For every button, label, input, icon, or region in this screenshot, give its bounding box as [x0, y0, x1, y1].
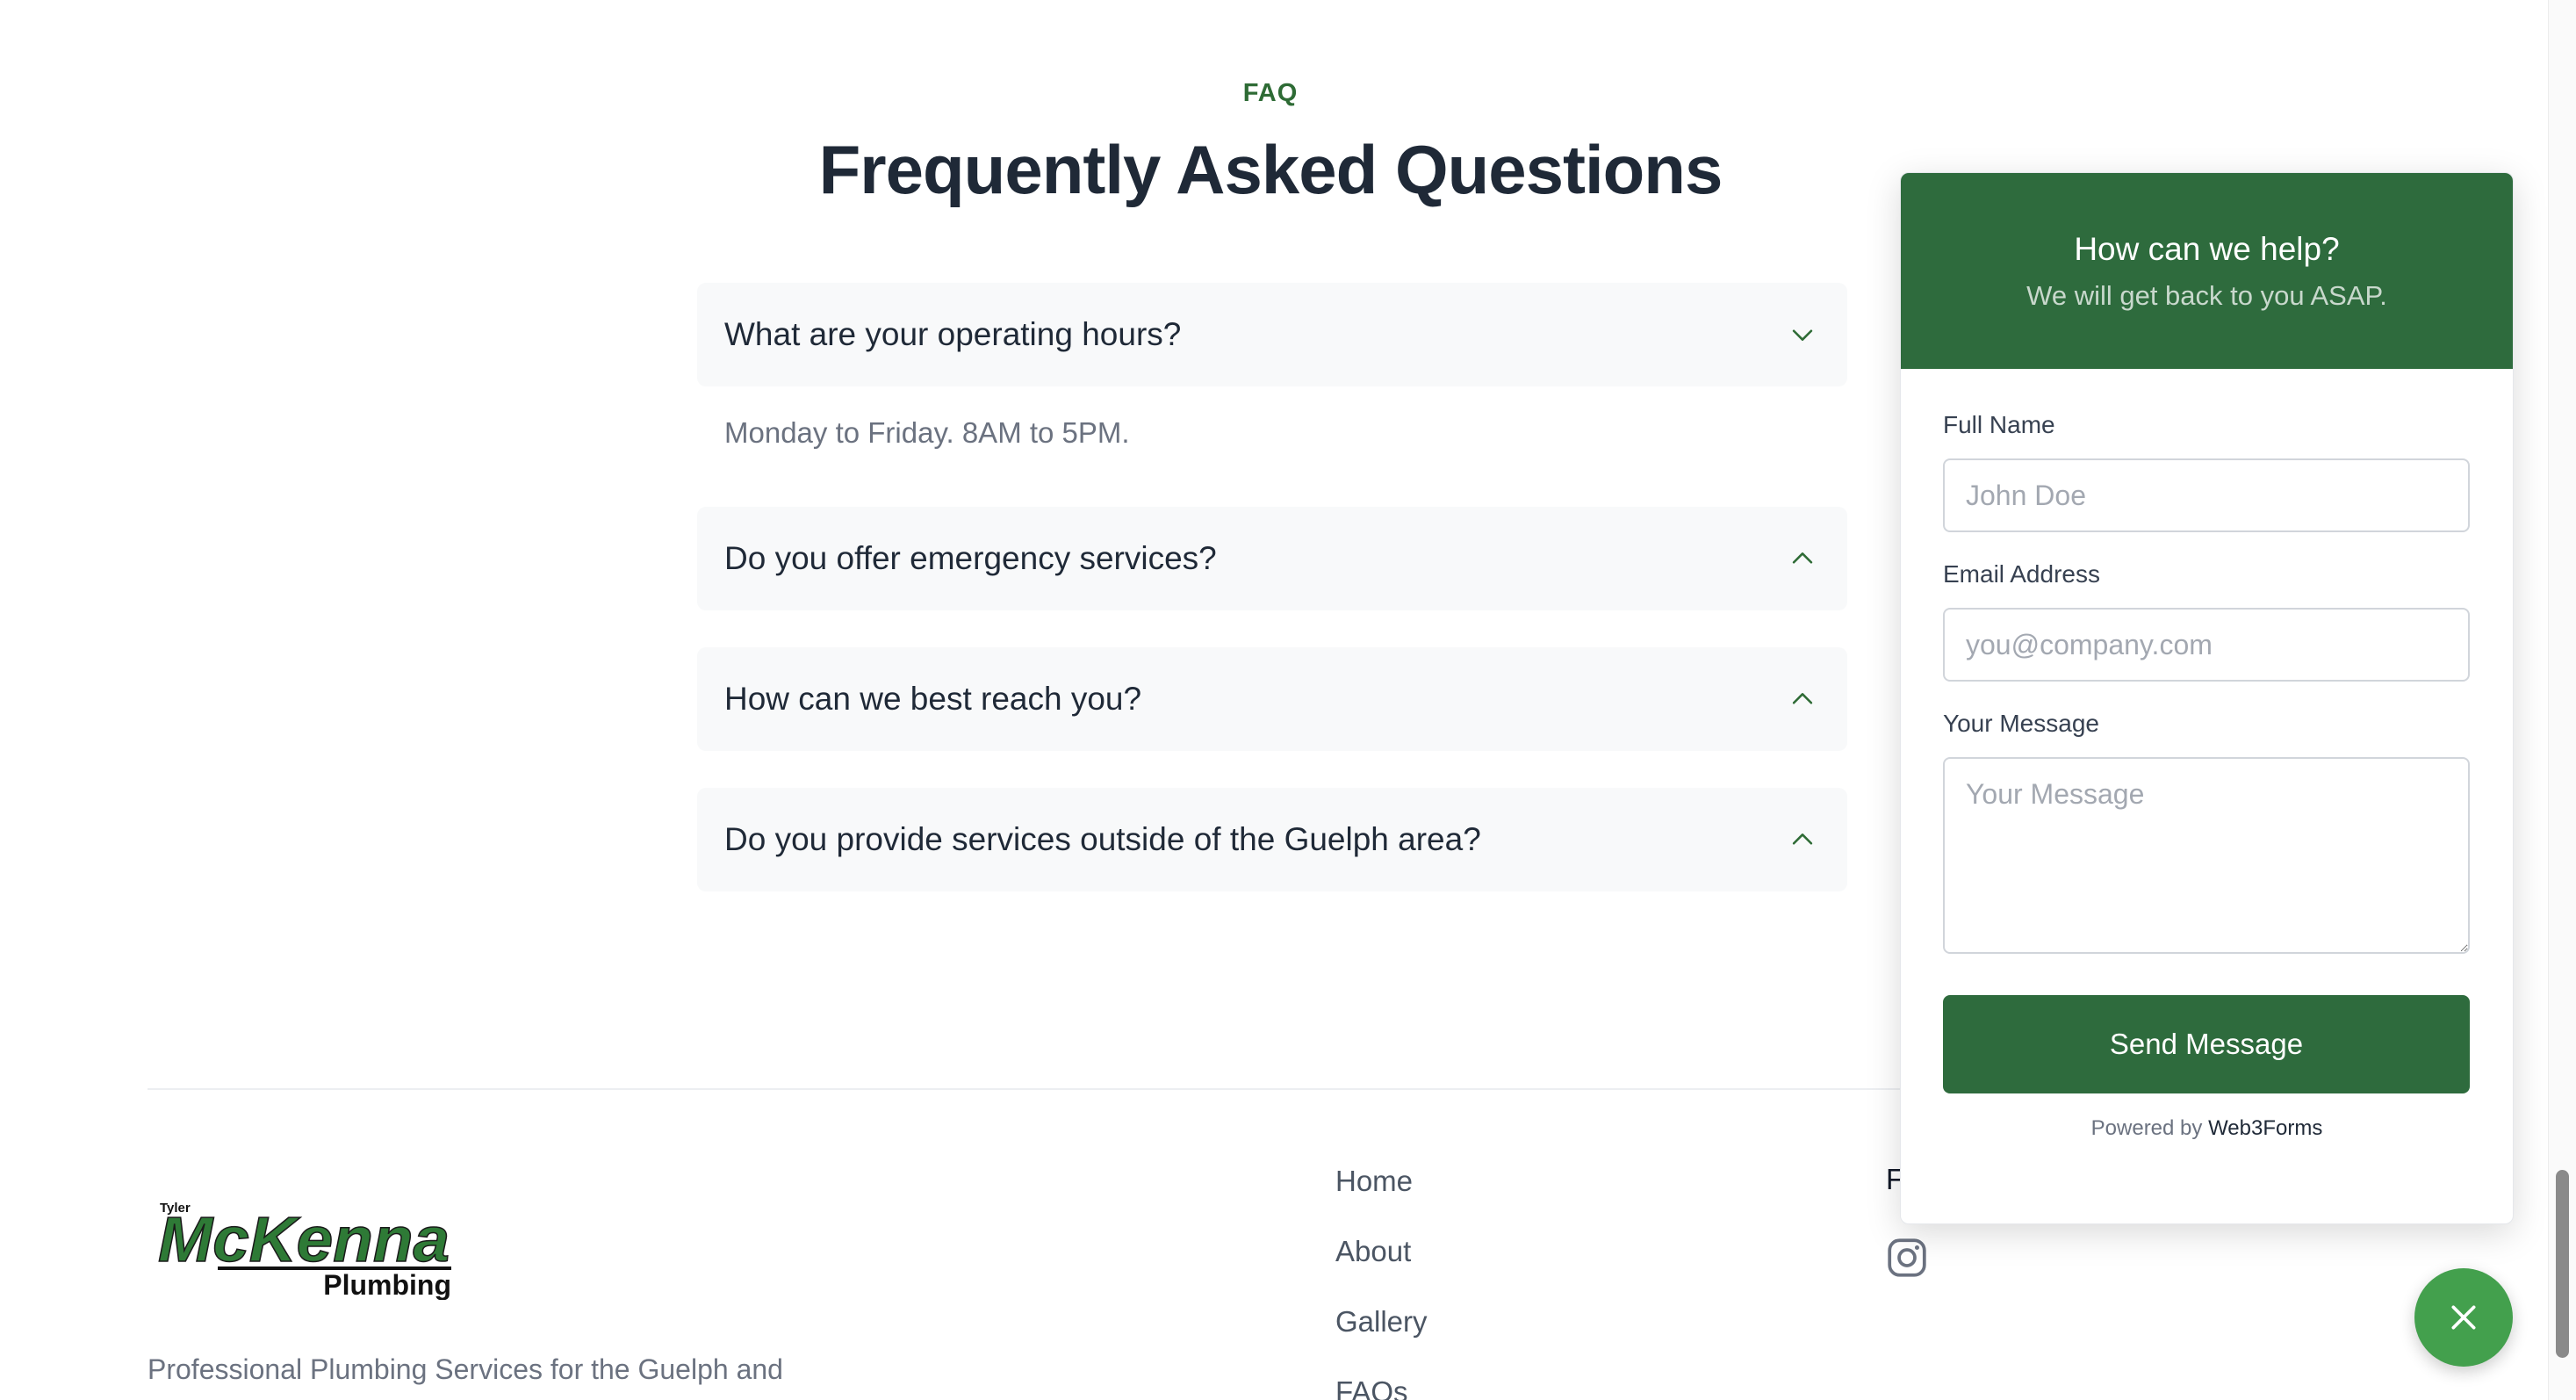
footer-description: Professional Plumbing Services for the G… — [148, 1353, 783, 1385]
close-widget-button[interactable] — [2414, 1268, 2513, 1367]
faq-question: Do you offer emergency services? — [724, 540, 1217, 576]
chevron-up-icon — [1792, 552, 1813, 564]
contact-widget-header: How can we help? We will get back to you… — [1901, 173, 2513, 369]
web3forms-link[interactable]: Web3Forms — [2208, 1116, 2322, 1140]
instagram-icon[interactable] — [1885, 1236, 1929, 1280]
full-name-label: Full Name — [1943, 411, 2055, 438]
faq-question: What are your operating hours? — [724, 316, 1182, 352]
faq-item-service-area[interactable]: Do you provide services outside of the G… — [697, 788, 1847, 891]
powered-by-prefix: Powered by — [2090, 1116, 2203, 1140]
send-message-button[interactable]: Send Message — [1943, 995, 2470, 1093]
faq-question: Do you provide services outside of the G… — [724, 821, 1481, 857]
email-label: Email Address — [1943, 560, 2100, 588]
footer-link-gallery[interactable]: Gallery — [1335, 1305, 1428, 1339]
page: FAQ Frequently Asked Questions What are … — [0, 0, 2576, 1400]
company-logo[interactable]: Tyler McKenna Plumbing — [156, 1196, 455, 1300]
message-label: Your Message — [1943, 710, 2099, 737]
footer-divider — [148, 1088, 1903, 1090]
faq-question: How can we best reach you? — [724, 681, 1142, 717]
full-name-input[interactable] — [1943, 458, 2470, 532]
close-icon — [2451, 1305, 2476, 1330]
faq-item-reach[interactable]: How can we best reach you? — [697, 647, 1847, 751]
chevron-down-icon — [1792, 329, 1813, 341]
faq-answer: Monday to Friday. 8AM to 5PM. — [724, 416, 1130, 449]
logo-main-text: McKenna — [158, 1205, 450, 1275]
contact-form: Full Name Email Address Your Message Sen… — [1901, 411, 2513, 1141]
contact-widget: How can we help? We will get back to you… — [1900, 172, 2514, 1224]
scrollbar-thumb[interactable] — [2556, 1170, 2569, 1358]
logo-sub-text: Plumbing — [323, 1269, 451, 1300]
chevron-up-icon — [1792, 834, 1813, 845]
email-input[interactable] — [1943, 608, 2470, 682]
chevron-up-icon — [1792, 693, 1813, 704]
footer-link-home[interactable]: Home — [1335, 1165, 1413, 1198]
faq-item-emergency[interactable]: Do you offer emergency services? — [697, 507, 1847, 610]
footer-link-about[interactable]: About — [1335, 1235, 1411, 1268]
contact-widget-title: How can we help? — [2074, 230, 2340, 267]
powered-by: Powered by Web3Forms — [1943, 1116, 2471, 1141]
faq-item-operating-hours[interactable]: What are your operating hours? — [697, 283, 1847, 386]
message-textarea[interactable] — [1943, 757, 2470, 954]
footer-link-faqs[interactable]: FAQs — [1335, 1375, 1408, 1400]
faq-eyebrow: FAQ — [1242, 79, 1299, 107]
contact-widget-subtitle: We will get back to you ASAP. — [2026, 279, 2387, 311]
